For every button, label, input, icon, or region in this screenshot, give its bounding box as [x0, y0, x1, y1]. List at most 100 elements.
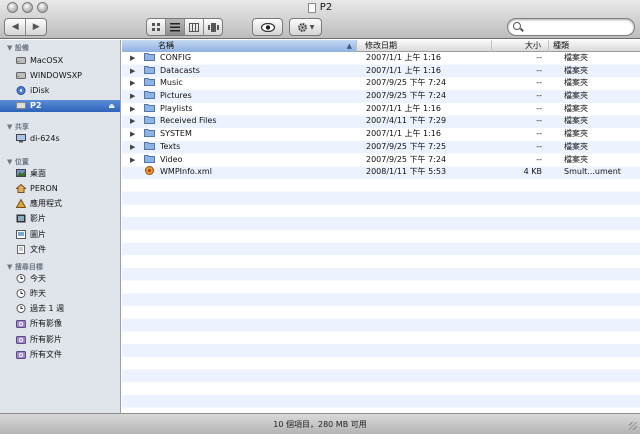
window-title-text: P2 — [319, 2, 333, 13]
column-header-date[interactable]: 修改日期 — [361, 40, 492, 52]
movies-icon — [16, 214, 26, 223]
smart-folder-icon — [16, 335, 26, 344]
folder-icon — [144, 128, 155, 138]
chevron-down-icon: ▼ — [309, 23, 315, 31]
sidebar-item-label: 圖片 — [30, 229, 46, 239]
disclosure-triangle-icon[interactable]: ▶ — [130, 128, 136, 141]
sidebar-item-label: WINDOWSXP — [30, 70, 83, 80]
sidebar-item-[interactable]: 所有文件 — [0, 349, 120, 361]
view-selector — [146, 18, 223, 36]
sidebar-item-peron[interactable]: PERON — [0, 182, 120, 194]
file-size: -- — [536, 154, 542, 164]
sidebar-item-[interactable]: 所有影像 — [0, 318, 120, 330]
sidebar-item-macosx[interactable]: MacOSX — [0, 54, 120, 66]
sidebar-section-header[interactable]: ▼ 設備 — [7, 43, 29, 53]
back-button[interactable]: ◀ — [5, 19, 25, 35]
file-name: Video — [160, 154, 183, 164]
clock-icon — [16, 304, 26, 314]
sidebar-item-di-624s[interactable]: di-624s — [0, 132, 120, 144]
file-kind: 檔案夾 — [564, 91, 588, 101]
file-date: 2008/1/11 下午 5:53 — [366, 167, 447, 177]
file-name: Received Files — [160, 116, 217, 126]
disclosure-triangle-icon[interactable]: ▶ — [130, 103, 136, 116]
sidebar-item-[interactable]: 應用程式 — [0, 198, 120, 210]
eject-icon[interactable]: ⏏ — [108, 102, 115, 110]
disclosure-triangle-icon[interactable]: ▶ — [130, 52, 136, 65]
pictures-icon — [16, 229, 26, 239]
table-row[interactable]: ▶ Video 2007/9/25 下午 7:24 -- 檔案夾 — [122, 154, 640, 167]
column-view-icon — [189, 22, 199, 32]
table-row[interactable]: ▶ Datacasts 2007/1/1 上午 1:16 -- 檔案夾 — [122, 65, 640, 78]
gear-icon — [297, 22, 307, 32]
sidebar-item-label: 過去 1 週 — [30, 304, 65, 314]
disclosure-triangle-icon[interactable]: ▶ — [130, 90, 136, 103]
sidebar-item-[interactable]: 昨天 — [0, 287, 120, 299]
sidebar-item-p2[interactable]: P2 ⏏ — [0, 99, 120, 112]
file-kind: 檔案夾 — [564, 141, 588, 151]
disclosure-triangle-icon[interactable]: ▶ — [130, 141, 136, 154]
file-date: 2007/9/25 下午 7:25 — [366, 141, 447, 151]
xml-file-icon — [144, 166, 155, 176]
sidebar-item-1[interactable]: 過去 1 週 — [0, 303, 120, 315]
hard-drive-icon — [16, 71, 26, 80]
file-date: 2007/9/25 下午 7:24 — [366, 154, 447, 164]
table-row[interactable]: WMPInfo.xml 2008/1/11 下午 5:53 4 KB Smult...… — [122, 166, 640, 179]
column-view-button[interactable] — [184, 19, 203, 35]
sidebar-item-label: P2 — [30, 101, 42, 111]
column-header-kind[interactable]: 種類 — [549, 40, 640, 52]
column-header-name[interactable]: 名稱 ▲ — [122, 40, 357, 52]
table-row[interactable]: ▶ CONFIG 2007/1/1 上午 1:16 -- 檔案夾 — [122, 52, 640, 65]
file-date: 2007/9/25 下午 7:24 — [366, 78, 447, 88]
file-kind: 檔案夾 — [564, 154, 588, 164]
sidebar-item-idisk[interactable]: iDisk — [0, 85, 120, 97]
file-date: 2007/1/1 上午 1:16 — [366, 129, 441, 139]
action-menu-button[interactable]: ▼ — [289, 18, 322, 36]
file-size: -- — [536, 65, 542, 75]
disclosure-triangle-icon[interactable]: ▶ — [130, 115, 136, 128]
search-field[interactable] — [507, 18, 635, 36]
search-input[interactable] — [524, 20, 628, 34]
coverflow-view-button[interactable] — [203, 19, 222, 35]
file-kind: 檔案夾 — [564, 53, 588, 62]
disclosure-triangle-icon[interactable]: ▶ — [130, 77, 136, 90]
table-row[interactable]: ▶ Received Files 2007/4/11 下午 7:29 -- 檔案夾 — [122, 115, 640, 128]
folder-icon — [144, 103, 155, 112]
sidebar-section-header[interactable]: ▼ 搜尋目標 — [7, 262, 43, 272]
sidebar-item-label: MacOSX — [30, 55, 64, 65]
disclosure-triangle-icon[interactable]: ▶ — [130, 154, 136, 167]
table-row[interactable]: ▶ SYSTEM 2007/1/1 上午 1:16 -- 檔案夾 — [122, 128, 640, 141]
sidebar-item-[interactable]: 影片 — [0, 213, 120, 225]
applications-icon — [15, 198, 27, 209]
file-date: 2007/4/11 下午 7:29 — [366, 116, 447, 126]
coverflow-view-icon — [207, 22, 219, 32]
sidebar-item-[interactable]: 桌面 — [0, 167, 120, 179]
column-header-size[interactable]: 大小 — [492, 40, 549, 52]
table-row[interactable]: ▶ Pictures 2007/9/25 下午 7:24 -- 檔案夾 — [122, 90, 640, 103]
sidebar-item-[interactable]: 今天 — [0, 272, 120, 284]
list-view-button[interactable] — [165, 19, 184, 35]
sidebar-item-windowsxp[interactable]: WINDOWSXP — [0, 69, 120, 81]
file-name: CONFIG — [160, 53, 192, 62]
file-date: 2007/1/1 上午 1:16 — [366, 103, 441, 113]
sidebar-section-header[interactable]: ▼ 共享 — [7, 122, 29, 132]
forward-button[interactable]: ▶ — [25, 19, 46, 35]
column-headers: 名稱 ▲ 修改日期 大小 種類 — [122, 40, 640, 52]
folder-icon — [144, 154, 155, 163]
clock-icon — [16, 273, 26, 283]
quick-look-button[interactable] — [252, 18, 283, 36]
resize-grip-icon[interactable] — [629, 422, 637, 430]
disclosure-triangle-icon[interactable]: ▶ — [130, 65, 136, 78]
icon-view-button[interactable] — [147, 19, 165, 35]
sidebar-item-label: 應用程式 — [30, 199, 62, 209]
table-row[interactable]: ▶ Texts 2007/9/25 下午 7:25 -- 檔案夾 — [122, 141, 640, 154]
sidebar-item-[interactable]: 所有影片 — [0, 333, 120, 345]
sidebar-item-[interactable]: 圖片 — [0, 228, 120, 240]
sidebar-item-[interactable]: 文件 — [0, 244, 120, 256]
folder-icon — [144, 65, 155, 74]
file-kind: 檔案夾 — [564, 103, 588, 113]
table-row[interactable]: ▶ Music 2007/9/25 下午 7:24 -- 檔案夾 — [122, 77, 640, 90]
sidebar-section-header[interactable]: ▼ 位置 — [7, 157, 29, 167]
table-row[interactable]: ▶ Playlists 2007/1/1 上午 1:16 -- 檔案夾 — [122, 103, 640, 116]
file-size: -- — [536, 141, 542, 151]
file-name: SYSTEM — [160, 129, 192, 139]
